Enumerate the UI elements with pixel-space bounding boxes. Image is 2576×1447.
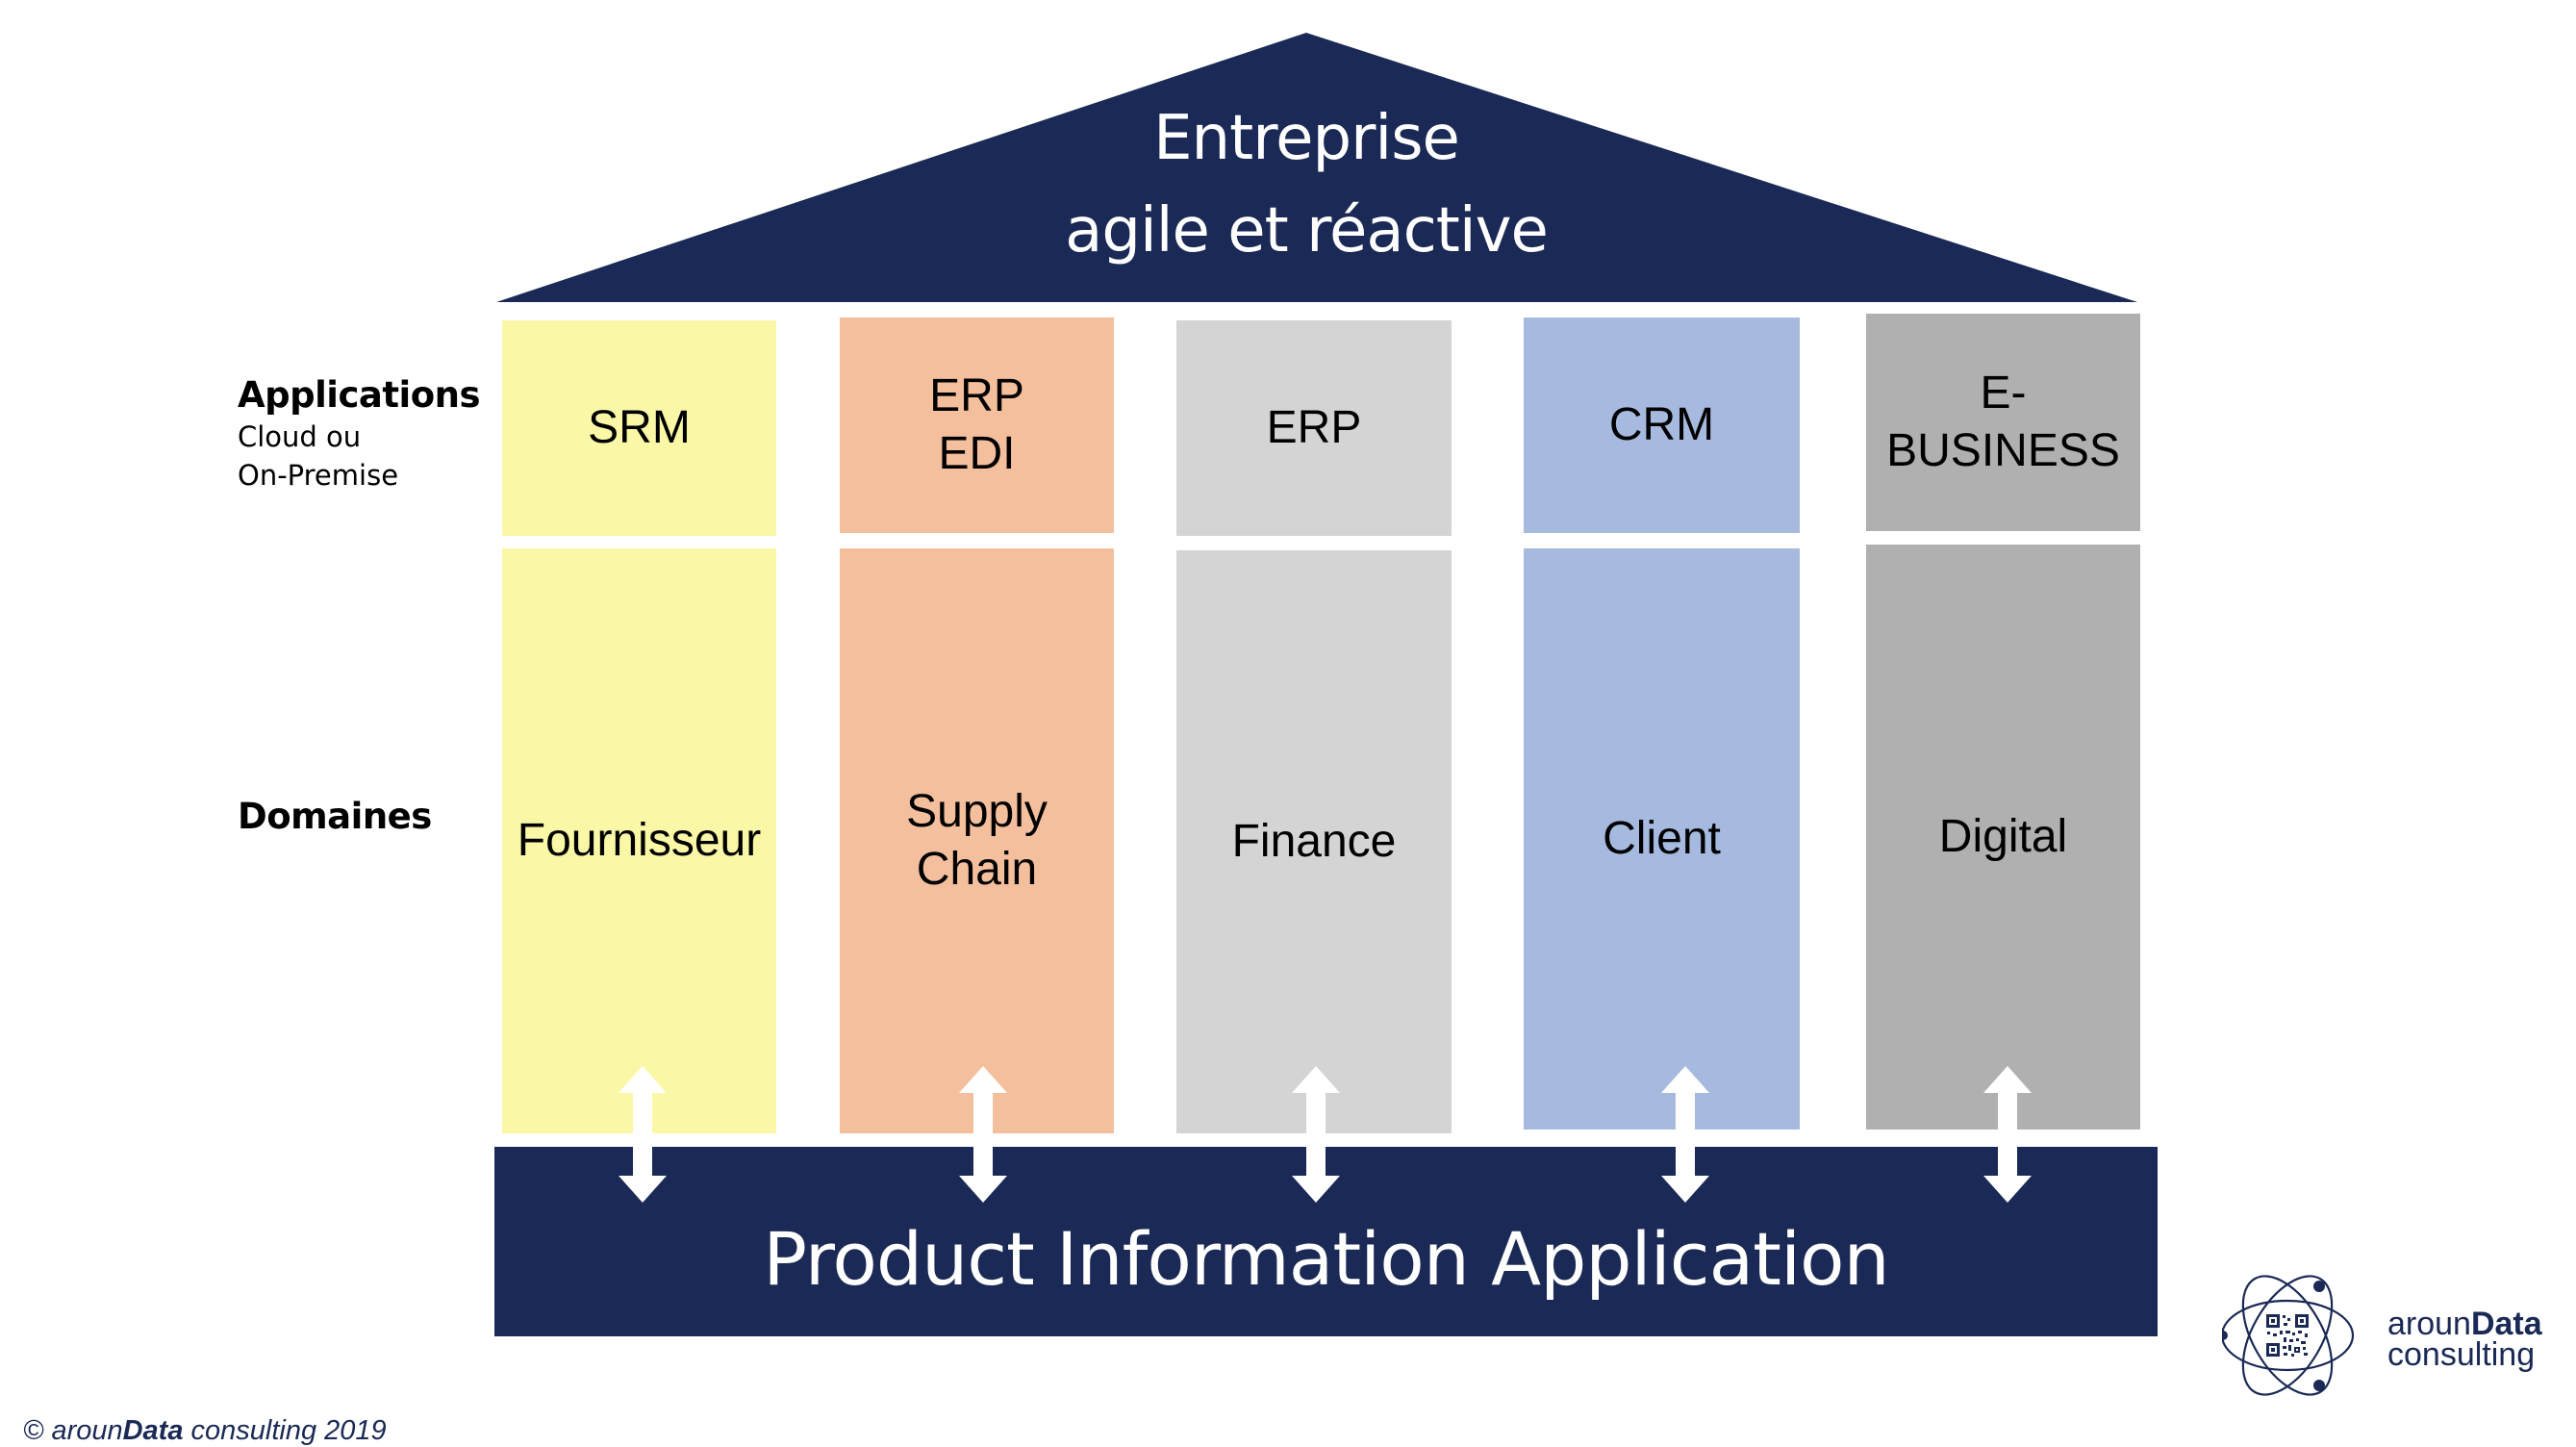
logo-wordmark: arounData consulting [2387, 1307, 2542, 1373]
copyright-symbol: © [23, 1415, 44, 1446]
copyright-brand-bold: Data [122, 1415, 184, 1446]
bidirectional-arrow-icon [1292, 1066, 1340, 1203]
bidirectional-arrow-icon [959, 1066, 1007, 1203]
bidirectional-arrow-icon [1661, 1066, 1709, 1203]
logo-line1: arounData [2387, 1307, 2542, 1340]
copyright-notice: © arounData consulting 2019 [23, 1414, 387, 1447]
bidirectional-arrow-icon [619, 1066, 667, 1203]
arrows-layer [619, 1066, 2032, 1203]
bidirectional-arrow-icon [1983, 1066, 2032, 1203]
copyright-brand-prefix: aroun [51, 1415, 123, 1446]
atom-qr-icon [2222, 1275, 2355, 1396]
logo-line2: consulting [2387, 1336, 2536, 1373]
copyright-rest: consulting 2019 [183, 1415, 387, 1446]
